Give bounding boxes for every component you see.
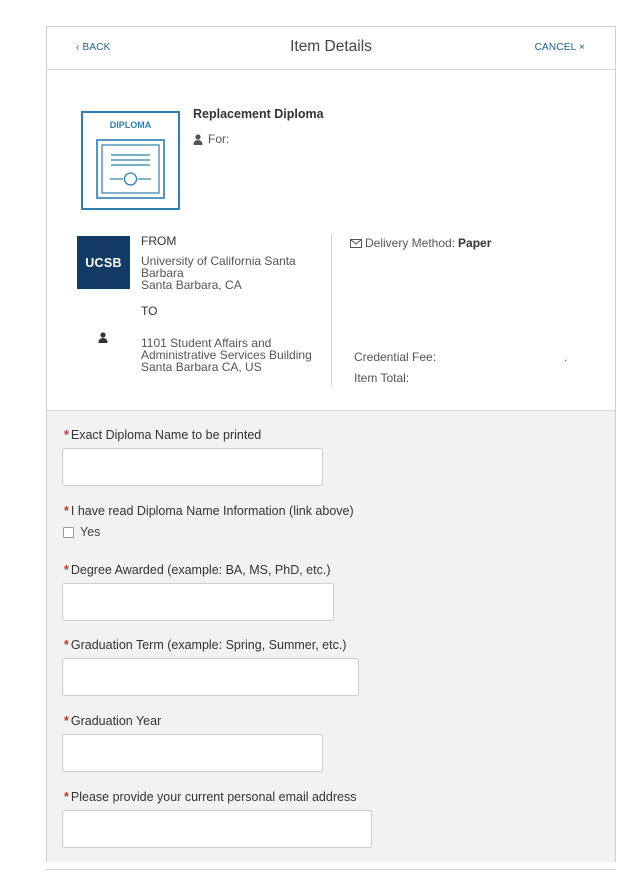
required-marker: * xyxy=(64,504,69,518)
required-marker: * xyxy=(64,563,69,577)
product-name: Replacement Diploma xyxy=(193,107,324,121)
required-marker: * xyxy=(64,638,69,652)
cancel-button[interactable]: CANCEL × xyxy=(535,42,585,53)
item-details-card: ‹ BACK Item Details CANCEL × DIPLOMA Rep… xyxy=(46,26,616,862)
diploma-image-label: DIPLOMA xyxy=(110,120,152,130)
diploma-image: DIPLOMA xyxy=(81,111,180,210)
from-address: University of California Santa Barbara S… xyxy=(141,255,311,291)
required-marker: * xyxy=(64,714,69,728)
read-info-option-label: Yes xyxy=(80,525,101,539)
for-row: For: xyxy=(193,132,229,146)
read-info-checkbox[interactable] xyxy=(63,526,74,538)
diploma-certificate-icon: DIPLOMA xyxy=(96,120,165,199)
required-marker: * xyxy=(64,790,69,804)
degree-label: * Degree Awarded (example: BA, MS, PhD, e… xyxy=(64,563,331,577)
item-details-form: * Exact Diploma Name to be printed * I hav… xyxy=(47,410,615,862)
from-label: FROM xyxy=(141,234,177,248)
to-address: 1101 Student Affairs and Administrative … xyxy=(141,337,331,373)
header-bar: ‹ BACK Item Details CANCEL × xyxy=(47,27,615,70)
graduation-term-label: * Graduation Term (example: Spring, Summe… xyxy=(64,638,347,652)
to-address-line: Santa Barbara CA, US xyxy=(141,360,262,374)
credential-fee-value: . xyxy=(564,350,568,364)
item-total-label: Item Total: xyxy=(354,371,410,385)
read-info-label: * I have read Diploma Name Information (l… xyxy=(64,504,354,518)
required-marker: * xyxy=(64,428,69,442)
ucsb-logo: UCSB xyxy=(77,236,130,289)
diploma-name-input[interactable] xyxy=(62,448,323,486)
delivery-method-label: Delivery Method: xyxy=(365,236,456,250)
bottom-divider xyxy=(46,869,616,870)
delivery-method-value: Paper xyxy=(458,236,492,250)
vertical-divider xyxy=(331,235,332,387)
email-label: * Please provide your current personal em… xyxy=(64,790,357,804)
from-address-line: Santa Barbara, CA xyxy=(141,278,242,292)
credential-fee-label: Credential Fee: xyxy=(354,350,437,364)
for-label: For: xyxy=(208,132,230,146)
graduation-year-input[interactable] xyxy=(62,734,323,772)
read-info-checkbox-row[interactable]: Yes xyxy=(63,525,100,539)
item-summary: DIPLOMA Replacement Diploma For: UCSB FR… xyxy=(47,70,615,410)
delivery-method: Delivery Method: Paper xyxy=(350,236,491,250)
page-title: Item Details xyxy=(290,38,372,55)
person-icon xyxy=(193,133,203,145)
graduation-year-label: * Graduation Year xyxy=(64,714,162,728)
diploma-name-label: * Exact Diploma Name to be printed xyxy=(64,428,262,442)
envelope-icon xyxy=(350,238,362,248)
graduation-term-input[interactable] xyxy=(62,658,359,696)
recipient-person-icon xyxy=(98,332,108,343)
degree-input[interactable] xyxy=(62,583,334,621)
to-label: TO xyxy=(141,304,158,318)
email-input[interactable] xyxy=(62,810,372,848)
